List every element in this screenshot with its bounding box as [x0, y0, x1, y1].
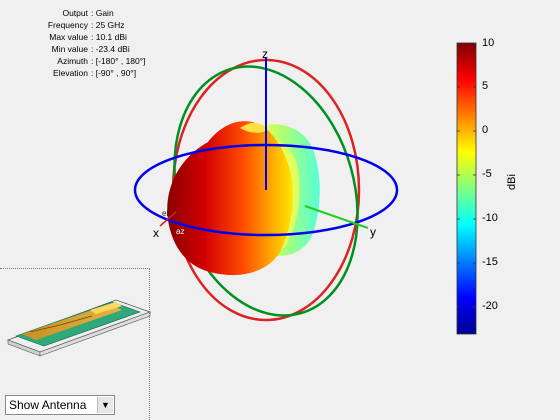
colorbar-tick-label: 0	[482, 124, 489, 136]
colorbar-tick-label: 10	[482, 37, 495, 49]
show-antenna-dropdown[interactable]: Show Antenna ▼	[5, 395, 115, 415]
colorbar-tick-label: -10	[482, 212, 498, 224]
colorbar-tick-label: -5	[482, 168, 492, 180]
colorbar-unit-label: dBi	[506, 174, 518, 190]
axis-label-y: y	[370, 225, 376, 239]
colorbar-tick-label: -15	[482, 256, 498, 268]
axis-label-x: x	[153, 226, 159, 240]
colorbar-tick-label: -20	[482, 300, 498, 312]
chevron-down-icon[interactable]: ▼	[97, 397, 113, 413]
axis-label-z: z	[262, 47, 268, 61]
dropdown-value: Show Antenna	[9, 398, 87, 412]
colorbar-tick-label: 5	[482, 80, 489, 92]
axis-label-az: az	[176, 227, 184, 236]
axis-label-el: el	[162, 209, 168, 218]
